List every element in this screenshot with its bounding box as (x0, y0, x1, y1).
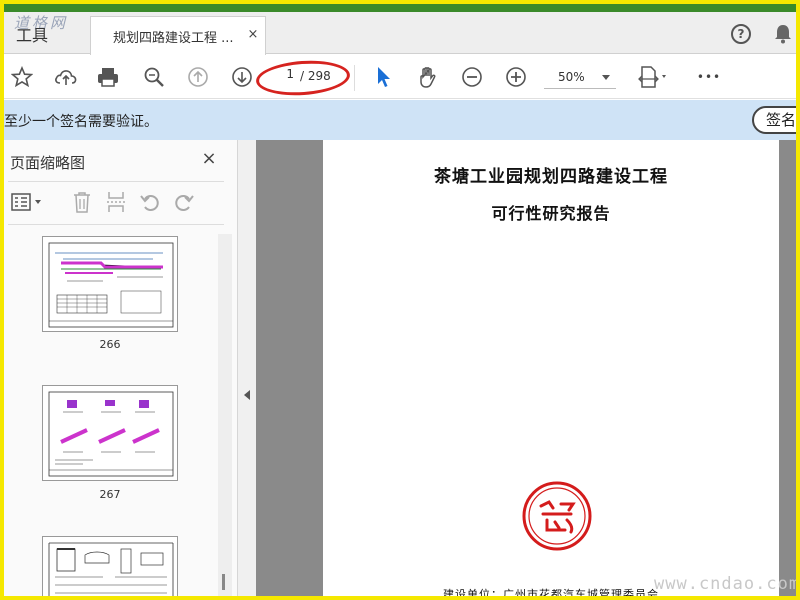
rotate-right-icon[interactable] (172, 190, 196, 214)
pane-divider (8, 181, 224, 182)
chevron-down-icon (602, 75, 610, 80)
document-subtitle: 可行性研究报告 (491, 204, 611, 223)
page-thumbnail[interactable] (42, 385, 178, 481)
page-thumbnail[interactable] (42, 236, 178, 332)
bookmark-star-icon[interactable] (10, 65, 34, 89)
thumbnail-page-label: 267 (99, 488, 121, 501)
tab-document[interactable]: 规划四路建设工程 ... × (90, 16, 266, 55)
next-page-icon[interactable] (230, 65, 254, 89)
more-tools-icon[interactable]: ••• (694, 65, 724, 89)
scrollbar-thumb[interactable] (222, 574, 225, 590)
thumbnail-options-icon[interactable] (10, 190, 46, 214)
pane-divider (8, 224, 224, 225)
signature-panel-button[interactable]: 签名 (752, 106, 796, 134)
zoom-in-icon[interactable] (504, 65, 528, 89)
document-builder-line: 建设单位：广州市花都汽车城管理委员会 (443, 588, 659, 596)
upload-cloud-icon[interactable] (54, 65, 78, 89)
app-window: 道格网 工具 规划四路建设工程 ... × ? 1 / 298 50% ••• … (4, 4, 796, 596)
page-fit-icon[interactable] (636, 65, 672, 89)
pane-collapse-gutter[interactable] (238, 140, 256, 596)
document-title: 茶塘工业园规划四路建设工程 (434, 167, 668, 187)
main-toolbar: 1 / 298 50% ••• (4, 55, 796, 99)
collapse-arrow-icon[interactable] (244, 390, 250, 400)
toolbar-divider (354, 65, 355, 91)
official-seal-stamp (522, 481, 592, 551)
previous-page-icon[interactable] (186, 65, 210, 89)
insert-page-icon[interactable] (104, 190, 128, 214)
print-icon[interactable] (96, 65, 120, 89)
thumbnails-pane-title: 页面缩略图 (10, 154, 86, 172)
hand-tool-icon[interactable] (416, 65, 440, 89)
zoom-search-icon[interactable] (142, 65, 166, 89)
page-thumbnails-pane: 页面缩略图 × 266 267 (4, 140, 238, 596)
close-icon[interactable]: × (200, 150, 218, 168)
rotate-left-icon[interactable] (138, 190, 162, 214)
delete-page-icon[interactable] (70, 190, 94, 214)
select-cursor-icon[interactable] (372, 65, 396, 89)
document-page: 茶塘工业园规划四路建设工程 可行性研究报告 建设单位：广州市花都汽车城管理委员会 (323, 140, 779, 596)
signature-banner: 至少一个签名需要验证。 签名 (4, 100, 796, 140)
tab-tools[interactable]: 工具 (16, 22, 48, 46)
zoom-out-icon[interactable] (460, 65, 484, 89)
zoom-level-select[interactable]: 50% (544, 67, 616, 89)
thumbnails-scrollbar[interactable] (218, 234, 232, 596)
zoom-level-value: 50% (558, 70, 585, 84)
page-thumbnail[interactable] (42, 536, 178, 596)
tab-bar: 道格网 工具 规划四路建设工程 ... × ? (4, 12, 796, 55)
thumbnail-page-label: 266 (99, 338, 121, 351)
tab-document-title: 规划四路建设工程 ... (113, 30, 234, 46)
signature-banner-text: 至少一个签名需要验证。 (4, 114, 158, 130)
annotation-highlight-ellipse (254, 57, 352, 99)
window-top-bar (4, 4, 796, 12)
help-icon[interactable]: ? (731, 24, 751, 44)
document-viewport[interactable]: 茶塘工业园规划四路建设工程 可行性研究报告 建设单位：广州市花都汽车城管理委员会 (256, 140, 796, 596)
tab-close-icon[interactable]: × (245, 27, 261, 43)
site-watermark-url: www.cndao.com (654, 574, 796, 594)
notification-bell-icon[interactable] (774, 24, 792, 44)
